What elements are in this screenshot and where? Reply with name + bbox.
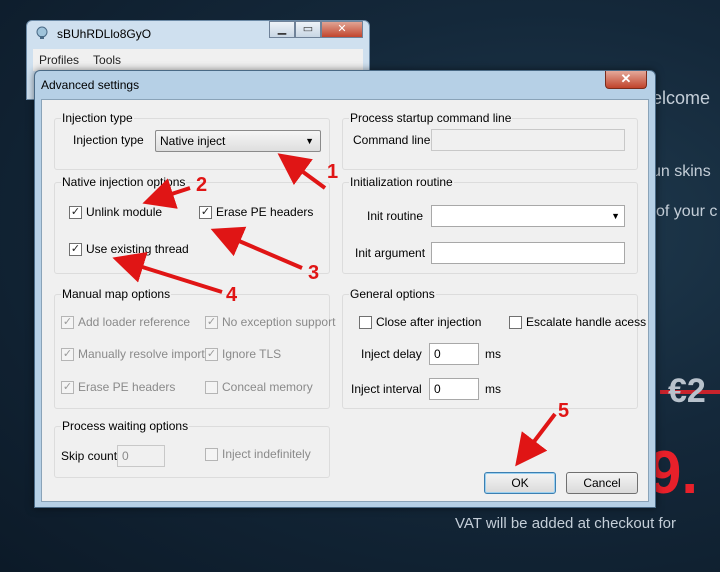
annotation-3: 3 (308, 262, 320, 284)
annotation-4: 4 (226, 284, 238, 306)
annotation-5: 5 (558, 400, 570, 422)
annotation-1: 1 (327, 161, 339, 183)
arrow-5 (515, 412, 557, 467)
arrow-1 (277, 153, 327, 190)
arrow-3 (210, 226, 303, 270)
annotation-arrows (112, 153, 557, 467)
annotation-2: 2 (196, 174, 208, 196)
arrow-2 (142, 178, 191, 209)
arrow-4 (112, 251, 223, 294)
